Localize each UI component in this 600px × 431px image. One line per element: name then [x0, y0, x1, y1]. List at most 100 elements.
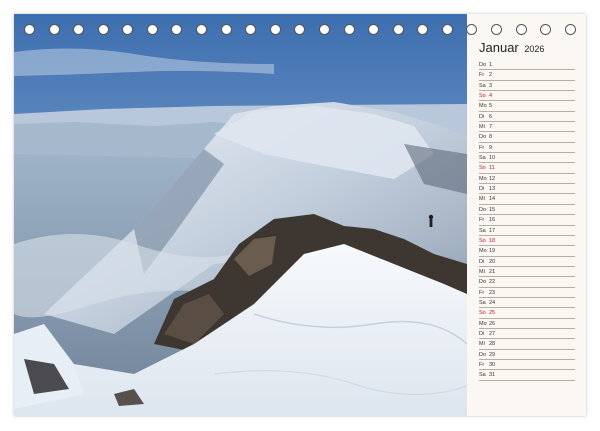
day-number: 5: [489, 103, 493, 110]
weekday-label: Di: [479, 113, 485, 120]
weekday-label: Fr: [479, 217, 485, 224]
day-row: Fr 23: [479, 288, 575, 298]
weekday-label: Do: [479, 62, 487, 68]
spiral-binding: [14, 24, 586, 38]
binding-ring: [146, 24, 158, 35]
day-row: Mo 12: [479, 174, 575, 185]
binding-ring: [73, 24, 85, 35]
weekday-label: Mo: [479, 175, 487, 182]
day-number: 19: [489, 248, 496, 255]
weekday-label: Mi: [479, 196, 485, 203]
binding-ring: [245, 24, 257, 35]
weekday-label: So: [479, 310, 486, 317]
day-row: So 18: [479, 236, 575, 247]
day-row: Fr 16: [479, 215, 575, 226]
binding-ring: [466, 24, 478, 35]
weekday-label: Fr: [479, 289, 485, 296]
weekday-label: Do: [479, 351, 487, 358]
day-number: 26: [489, 320, 496, 327]
weekday-label: Sa: [479, 82, 486, 89]
binding-ring: [220, 24, 232, 35]
day-number: 1: [489, 62, 493, 68]
weekday-label: Sa: [479, 227, 486, 234]
date-panel: Januar 2026 Do 1 Fr 2 Sa 3 So 4 Mo 5 Di 6 Mi 7 Do 8 Fr 9 S…: [467, 14, 586, 416]
day-number: 23: [489, 289, 496, 296]
weekday-label: Do: [479, 206, 487, 213]
binding-ring: [318, 24, 330, 35]
weekday-label: Mi: [479, 268, 485, 275]
weekday-label: Di: [479, 258, 485, 265]
calendar-page: Januar 2026 Do 1 Fr 2 Sa 3 So 4 Mo 5 Di 6 Mi 7 Do 8 Fr 9 S…: [14, 14, 586, 416]
binding-ring: [294, 24, 306, 35]
day-number: 6: [489, 113, 493, 120]
binding-ring: [417, 24, 429, 35]
weekday-label: Mo: [479, 103, 487, 110]
binding-ring: [343, 24, 355, 35]
day-row: So 25: [479, 308, 575, 319]
weekday-label: Do: [479, 279, 487, 286]
day-row: Sa 3: [479, 81, 575, 92]
binding-ring: [122, 24, 134, 35]
day-number: 10: [489, 155, 496, 162]
year-label: 2026: [524, 44, 545, 54]
binding-ring: [368, 24, 380, 35]
day-row: Sa 17: [479, 226, 575, 236]
day-number: 11: [489, 165, 495, 172]
day-row: Sa 24: [479, 298, 575, 309]
weekday-label: So: [479, 93, 486, 100]
day-row: Mi 28: [479, 339, 575, 350]
day-row: Do 15: [479, 205, 575, 216]
binding-ring: [196, 24, 208, 35]
day-number: 3: [489, 82, 493, 89]
day-row: Di 6: [479, 112, 575, 123]
day-number: 8: [489, 134, 493, 141]
binding-ring: [97, 24, 109, 35]
binding-ring: [515, 24, 527, 35]
day-number: 18: [489, 237, 496, 244]
day-number: 12: [489, 175, 496, 182]
binding-ring: [24, 24, 35, 35]
day-number: 29: [489, 351, 496, 358]
day-number: 20: [489, 258, 496, 265]
day-row: Do 1: [479, 60, 575, 71]
day-row: Mo 26: [479, 319, 575, 329]
day-number: 22: [489, 279, 496, 286]
binding-ring: [171, 24, 183, 35]
month-title: Januar 2026: [479, 40, 544, 55]
weekday-label: Sa: [479, 372, 486, 379]
day-row: Mi 14: [479, 194, 575, 205]
binding-ring: [540, 24, 552, 35]
binding-ring: [564, 24, 576, 35]
day-row: Di 13: [479, 184, 575, 195]
weekday-label: Fr: [479, 361, 485, 368]
day-row: Mi 7: [479, 122, 575, 133]
day-number: 7: [489, 124, 493, 131]
day-number: 28: [489, 341, 496, 348]
binding-ring: [48, 24, 60, 35]
day-number: 9: [489, 144, 493, 151]
day-row: Di 20: [479, 257, 575, 267]
day-row: So 11: [479, 163, 575, 174]
weekday-label: Do: [479, 134, 487, 141]
day-row: Di 27: [479, 329, 575, 340]
month-name: Januar: [479, 40, 519, 55]
day-row: Fr 9: [479, 143, 575, 154]
day-number: 25: [489, 310, 496, 317]
day-row: Sa 31: [479, 370, 575, 381]
day-number: 24: [489, 299, 496, 306]
day-number: 30: [489, 361, 496, 368]
day-number: 2: [489, 72, 493, 79]
weekday-label: Di: [479, 330, 485, 337]
day-list: Do 1 Fr 2 Sa 3 So 4 Mo 5 Di 6 Mi 7 Do 8 Fr 9 Sa 10 So 11 Mo 12 D…: [479, 60, 575, 381]
weekday-label: So: [479, 165, 486, 172]
weekday-label: Sa: [479, 299, 486, 306]
binding-ring: [392, 24, 404, 35]
day-row: Do 8: [479, 132, 575, 143]
day-row: Do 22: [479, 277, 575, 288]
day-row: Mi 21: [479, 267, 575, 278]
day-row: Sa 10: [479, 153, 575, 164]
day-row: Mo 5: [479, 101, 575, 112]
day-number: 27: [489, 330, 496, 337]
day-number: 4: [489, 93, 493, 100]
day-number: 21: [489, 268, 496, 275]
